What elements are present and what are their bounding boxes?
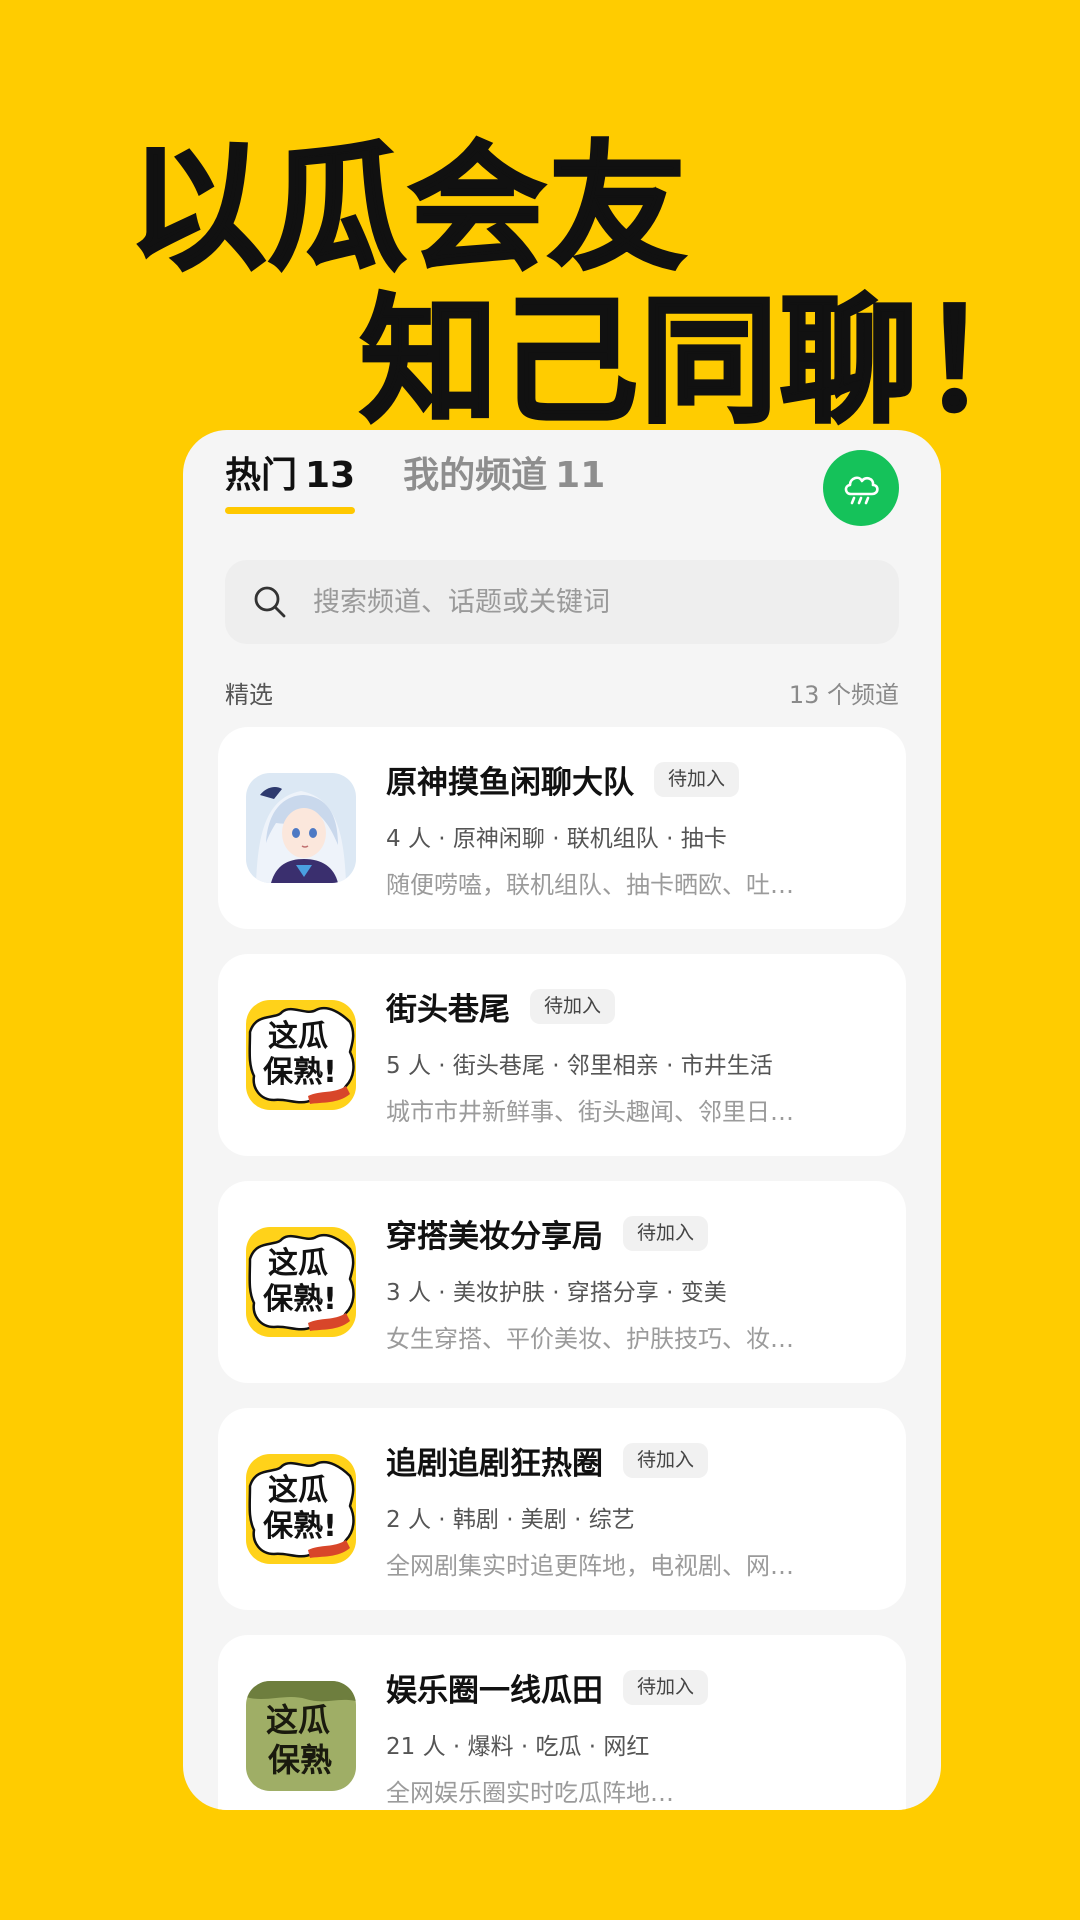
channel-title: 街头巷尾	[386, 992, 510, 1028]
svg-text:保熟!: 保熟!	[263, 1055, 337, 1090]
search-input[interactable]	[313, 586, 873, 618]
join-status-badge[interactable]: 待加入	[654, 762, 740, 797]
tab-hot[interactable]: 热门 13	[225, 455, 356, 514]
channel-card[interactable]: 这瓜 保熟! 追剧追剧狂热圈 待加入 2 人 · 韩剧 · 美剧 · 综艺 全网…	[218, 1408, 906, 1610]
channel-card[interactable]: 这瓜 保熟! 穿搭美妆分享局 待加入 3 人 · 美妆护肤 · 穿搭分享 · 变…	[218, 1181, 906, 1383]
melon-sticker-icon: 这瓜 保熟!	[246, 1227, 356, 1337]
tab-my-channels[interactable]: 我的频道 11	[403, 458, 605, 514]
channel-list: 原神摸鱼闲聊大队 待加入 4 人 · 原神闲聊 · 联机组队 · 抽卡 随便唠嗑…	[218, 727, 906, 1810]
channel-description: 女生穿搭、平价美妆、护肤技巧、妆…	[386, 1325, 794, 1353]
join-status-badge[interactable]: 待加入	[623, 1670, 709, 1705]
channel-title: 追剧追剧狂热圈	[386, 1446, 603, 1482]
channel-title: 穿搭美妆分享局	[386, 1219, 603, 1255]
channel-title-row: 街头巷尾 待加入	[386, 984, 616, 1029]
channel-title-row: 原神摸鱼闲聊大队 待加入	[386, 757, 740, 802]
channel-title-row: 娱乐圈一线瓜田 待加入	[386, 1665, 709, 1710]
channel-avatar	[246, 773, 356, 883]
channel-avatar: 这瓜 保熟!	[246, 1227, 356, 1337]
svg-text:这瓜: 这瓜	[266, 1701, 330, 1739]
channel-meta: 4 人 · 原神闲聊 · 联机组队 · 抽卡	[386, 826, 727, 852]
join-status-badge[interactable]: 待加入	[623, 1443, 709, 1478]
headline-line-2: 知己同聊！	[358, 281, 1061, 442]
svg-text:保熟!: 保熟!	[263, 1282, 337, 1317]
section-count: 13 个频道	[788, 681, 899, 709]
channel-title: 原神摸鱼闲聊大队	[386, 765, 634, 801]
section-label: 精选	[225, 681, 273, 709]
tab-hot-count: 13	[305, 455, 356, 496]
svg-text:保熟: 保熟	[268, 1741, 332, 1779]
channel-card[interactable]: 原神摸鱼闲聊大队 待加入 4 人 · 原神闲聊 · 联机组队 · 抽卡 随便唠嗑…	[218, 727, 906, 929]
channel-card[interactable]: 这瓜 保熟! 街头巷尾 待加入 5 人 · 街头巷尾 · 邻里相亲 · 市井生活…	[218, 954, 906, 1156]
headline-line-1: 以瓜会友	[126, 128, 689, 289]
search-bar[interactable]	[225, 560, 899, 644]
section-header: 精选 13 个频道	[225, 675, 899, 710]
channel-description: 随便唠嗑，联机组队、抽卡晒欧、吐…	[386, 871, 794, 899]
svg-text:这瓜: 这瓜	[268, 1246, 328, 1281]
melon-sticker-icon: 这瓜 保熟!	[246, 1000, 356, 1110]
cloud-button[interactable]	[823, 450, 899, 526]
join-status-badge[interactable]: 待加入	[623, 1216, 709, 1251]
svg-text:这瓜: 这瓜	[268, 1473, 328, 1508]
tab-hot-label: 热门	[225, 455, 298, 496]
melon-sticker-green-icon: 这瓜 保熟	[246, 1681, 356, 1791]
channel-meta: 5 人 · 街头巷尾 · 邻里相亲 · 市井生活	[386, 1053, 773, 1079]
join-status-badge[interactable]: 待加入	[530, 989, 616, 1024]
tab-bar: 热门 13 我的频道 11	[225, 458, 605, 514]
search-icon	[254, 586, 286, 618]
channel-avatar: 这瓜 保熟	[246, 1681, 356, 1791]
channel-avatar: 这瓜 保熟!	[246, 1454, 356, 1564]
channel-card[interactable]: 这瓜 保熟 娱乐圈一线瓜田 待加入 21 人 · 爆料 · 吃瓜 · 网红 全网…	[218, 1635, 906, 1810]
channel-description: 城市市井新鲜事、街头趣闻、邻里日…	[386, 1098, 794, 1126]
channel-description: 全网剧集实时追更阵地，电视剧、网…	[386, 1552, 794, 1580]
anime-character-icon	[246, 773, 356, 883]
tab-my-channels-count: 11	[555, 455, 606, 496]
channel-meta: 21 人 · 爆料 · 吃瓜 · 网红	[386, 1734, 650, 1760]
channel-meta: 3 人 · 美妆护肤 · 穿搭分享 · 变美	[386, 1280, 727, 1306]
channel-description: 全网娱乐圈实时吃瓜阵地…	[386, 1779, 674, 1807]
channel-avatar: 这瓜 保熟!	[246, 1000, 356, 1110]
svg-text:保熟!: 保熟!	[263, 1509, 337, 1544]
channel-title: 娱乐圈一线瓜田	[386, 1673, 603, 1709]
channel-meta: 2 人 · 韩剧 · 美剧 · 综艺	[386, 1507, 635, 1533]
svg-text:这瓜: 这瓜	[268, 1019, 328, 1054]
melon-sticker-icon: 这瓜 保熟!	[246, 1454, 356, 1564]
cloud-rain-icon	[844, 476, 879, 505]
channel-title-row: 追剧追剧狂热圈 待加入	[386, 1438, 709, 1483]
tab-my-channels-label: 我的频道	[403, 455, 548, 496]
phone-screen: 热门13 我的频道11 精选 13 个频道	[183, 430, 941, 1810]
channel-title-row: 穿搭美妆分享局 待加入	[386, 1211, 709, 1256]
